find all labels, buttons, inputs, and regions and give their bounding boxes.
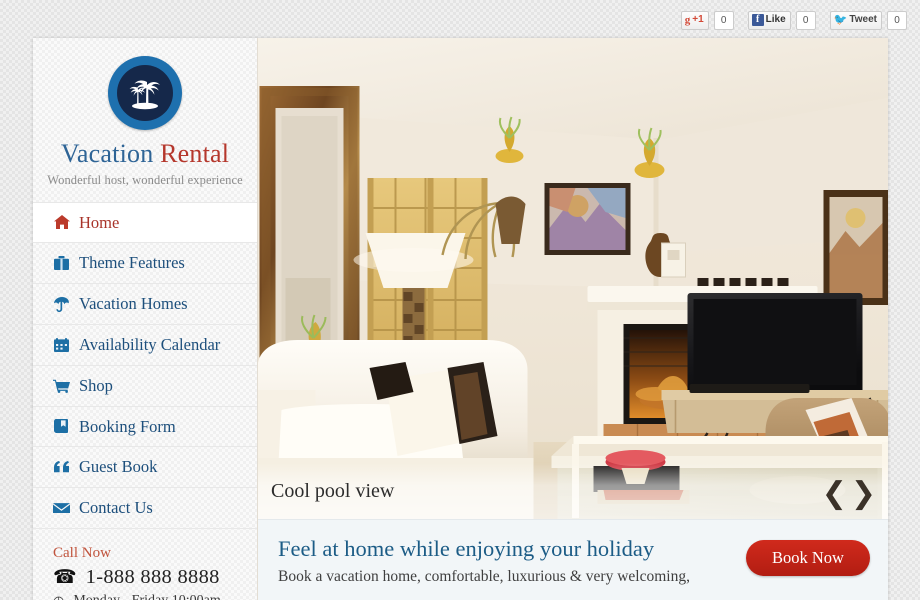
business-hours: Monday - Friday 10:00am	[73, 593, 220, 600]
site-title-word1: Vacation	[60, 139, 154, 168]
twitter-tweet-label: Tweet	[849, 14, 877, 25]
sidebar-link-vacation-homes[interactable]: Vacation Homes	[33, 284, 257, 324]
social-share-bar: g +1 0 f Like 0 🐦 Tweet 0	[680, 10, 907, 30]
sidebar-item-contact-us[interactable]: Contact Us	[33, 488, 257, 529]
logo-inner-disc	[117, 65, 173, 121]
sidebar-item-theme-features[interactable]: Theme Features	[33, 243, 257, 285]
sidebar-link-shop[interactable]: Shop	[33, 366, 257, 406]
sidebar: Vacation Rental Wonderful host, wonderfu…	[33, 38, 258, 600]
site-tagline: Wonderful host, wonderful experience	[47, 172, 243, 187]
sidebar-item-label: Booking Form	[79, 416, 176, 436]
sidebar-item-availability-calendar[interactable]: Availability Calendar	[33, 325, 257, 366]
calendar-icon	[53, 337, 70, 353]
contact-block: Call Now ☎ 1-888 888 8888 ◷ Monday - Fri…	[33, 529, 257, 600]
umbrella-icon	[53, 296, 70, 312]
briefcase-icon	[53, 255, 70, 271]
slide-caption-bar: Cool pool view	[258, 463, 888, 519]
sidebar-link-availability-calendar[interactable]: Availability Calendar	[33, 325, 257, 365]
twitter-bird-icon: 🐦	[833, 13, 848, 26]
sidebar-item-home[interactable]: Home	[33, 201, 257, 244]
promo-bar: Feel at home while enjoying your holiday…	[258, 519, 888, 600]
quote-icon	[53, 459, 70, 475]
slide-photo	[258, 38, 888, 519]
sidebar-link-home[interactable]: Home	[33, 203, 257, 243]
sidebar-item-label: Theme Features	[79, 253, 185, 273]
sidebar-item-vacation-homes[interactable]: Vacation Homes	[33, 284, 257, 325]
twitter-tweet-widget: 🐦 Tweet 0	[829, 10, 907, 30]
facebook-icon: f	[751, 14, 764, 26]
google-plus-icon: g	[684, 13, 691, 26]
call-now-label: Call Now	[53, 544, 111, 561]
site-container: Vacation Rental Wonderful host, wonderfu…	[33, 38, 888, 600]
facebook-like-widget: f Like 0	[747, 10, 816, 30]
sidebar-item-label: Vacation Homes	[79, 294, 188, 314]
promo-title: Feel at home while enjoying your holiday	[278, 536, 655, 561]
sidebar-item-shop[interactable]: Shop	[33, 366, 257, 407]
google-plus-widget: g +1 0	[680, 10, 734, 30]
facebook-like-button[interactable]: f Like	[747, 10, 791, 30]
site-branding: Vacation Rental Wonderful host, wonderfu…	[33, 38, 257, 202]
sidebar-item-label: Availability Calendar	[79, 334, 221, 354]
sidebar-link-theme-features[interactable]: Theme Features	[33, 243, 257, 283]
site-title-word2: Rental	[160, 139, 230, 168]
google-plus-button[interactable]: g +1	[680, 10, 709, 30]
home-icon	[53, 214, 70, 230]
twitter-tweet-count: 0	[887, 10, 907, 30]
google-plus-count: 0	[713, 10, 734, 30]
sidebar-item-label: Contact Us	[79, 498, 153, 518]
promo-subtitle: Book a vacation home, comfortable, luxur…	[278, 567, 690, 585]
book-icon	[53, 418, 70, 434]
envelope-icon	[53, 500, 70, 516]
phone-icon: ☎	[53, 566, 77, 588]
sidebar-item-label: Guest Book	[79, 457, 158, 477]
twitter-tweet-button[interactable]: 🐦 Tweet	[829, 10, 882, 30]
sidebar-item-guest-book[interactable]: Guest Book	[33, 447, 257, 489]
hero-slider[interactable]: Cool pool view ❮ ❯	[258, 38, 888, 519]
sidebar-link-guest-book[interactable]: Guest Book	[33, 447, 257, 487]
chevron-left-icon[interactable]: ❮	[822, 479, 847, 509]
google-plus-label: +1	[692, 14, 704, 25]
phone-number[interactable]: 1-888 888 8888	[86, 566, 220, 589]
clock-icon: ◷	[53, 593, 64, 600]
phone-row: ☎ 1-888 888 8888	[53, 566, 257, 589]
hours-row: ◷ Monday - Friday 10:00am	[53, 593, 257, 600]
sidebar-item-label: Home	[79, 212, 120, 232]
chevron-right-icon[interactable]: ❯	[851, 479, 876, 509]
sidebar-link-contact-us[interactable]: Contact Us	[33, 488, 257, 528]
main-content: Cool pool view ❮ ❯ Feel at home while en…	[258, 38, 888, 600]
sidebar-item-label: Shop	[79, 375, 113, 395]
book-now-button[interactable]: Book Now	[746, 540, 870, 576]
facebook-like-label: Like	[765, 14, 786, 25]
facebook-like-count: 0	[795, 10, 816, 30]
slide-caption: Cool pool view	[271, 479, 395, 502]
sidebar-item-booking-form[interactable]: Booking Form	[33, 407, 257, 448]
sidebar-link-booking-form[interactable]: Booking Form	[33, 407, 257, 447]
slider-arrows: ❮ ❯	[822, 479, 876, 509]
site-title[interactable]: Vacation Rental	[33, 139, 257, 169]
promo-text: Feel at home while enjoying your holiday…	[278, 536, 690, 587]
shopping-cart-icon	[53, 378, 70, 394]
palm-island-logo-icon[interactable]	[108, 56, 182, 130]
main-navigation: Home Theme Features Vacation Homes Avail…	[33, 201, 257, 529]
